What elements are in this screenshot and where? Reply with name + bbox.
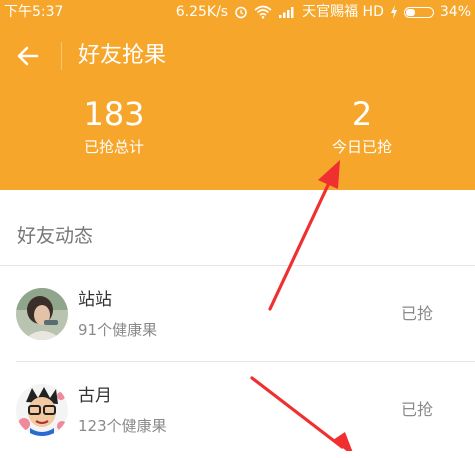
page-title: 好友抢果 <box>78 43 167 68</box>
signal-icon <box>278 0 296 24</box>
avatar[interactable] <box>16 384 68 436</box>
stat-today: 2 今日已抢 <box>282 96 442 158</box>
section-title: 好友动态 <box>17 225 94 247</box>
charging-icon <box>390 0 398 24</box>
list-item[interactable]: 古月 123个健康果 已抢 <box>0 362 475 458</box>
status-right: 6.25K/s 天官赐福 HD 34% <box>176 0 471 24</box>
battery-level <box>405 8 416 16</box>
friend-fruit-count: 91个健康果 <box>78 321 158 339</box>
friend-name: 站站 <box>78 290 112 310</box>
avatar-photo-icon <box>16 288 68 340</box>
stat-total-label: 已抢总计 <box>83 138 144 156</box>
carrier-name: 天官赐福 HD <box>302 4 384 20</box>
header: 好友抢果 183 已抢总计 2 今日已抢 <box>0 24 475 190</box>
alarm-icon <box>234 0 248 24</box>
list-item[interactable]: 站站 91个健康果 已抢 <box>0 266 475 362</box>
stat-total-value: 183 <box>83 95 145 133</box>
network-speed: 6.25K/s <box>175 4 229 20</box>
status-time: 下午5:37 <box>4 4 64 20</box>
stat-total: 183 已抢总计 <box>34 96 194 158</box>
stat-today-label: 今日已抢 <box>331 138 392 156</box>
back-arrow-icon <box>17 46 39 66</box>
friend-status: 已抢 <box>400 400 433 419</box>
title-divider <box>61 42 62 70</box>
avatar[interactable] <box>16 288 68 340</box>
friend-fruit-count: 123个健康果 <box>78 417 167 435</box>
stat-today-value: 2 <box>351 95 373 133</box>
back-button[interactable] <box>10 38 46 74</box>
status-bar: 下午5:37 6.25K/s 天官赐福 HD 34% <box>0 0 475 24</box>
friend-status: 已抢 <box>400 304 433 323</box>
battery-percent: 34% <box>439 4 471 20</box>
battery-icon <box>403 6 434 18</box>
avatar-cartoon-icon <box>16 384 68 436</box>
friend-name: 古月 <box>78 386 112 406</box>
wifi-icon <box>254 0 272 24</box>
